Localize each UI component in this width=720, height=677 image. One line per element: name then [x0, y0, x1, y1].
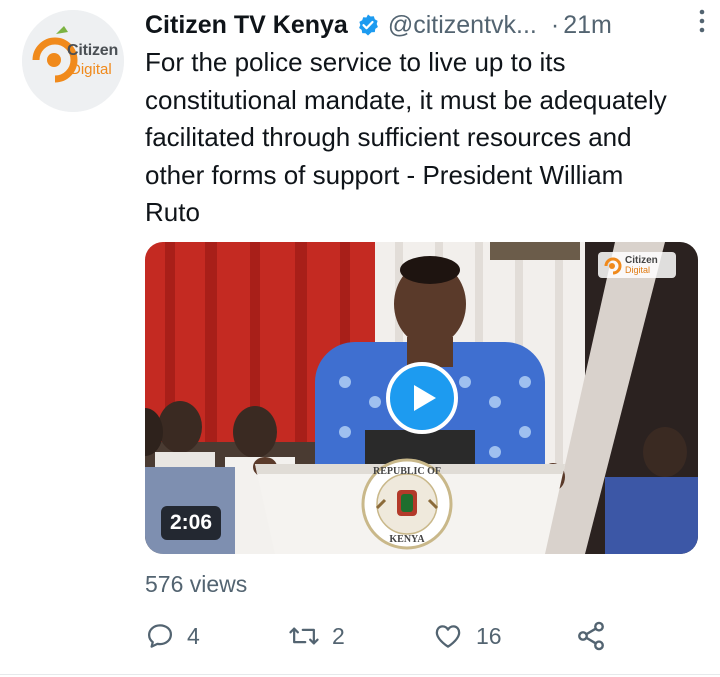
user-handle[interactable]: @citizentvk...: [388, 11, 537, 40]
tweet-text: For the police service to live up to its…: [145, 47, 667, 227]
retweet-button[interactable]: 2: [288, 618, 345, 654]
reply-icon: [148, 624, 172, 648]
play-icon: [413, 385, 436, 411]
avatar-logo-text: Citizen: [67, 42, 119, 59]
like-button[interactable]: 16: [432, 618, 502, 654]
display-name[interactable]: Citizen TV Kenya: [145, 11, 348, 40]
video-player[interactable]: REPUBLIC OF KENYA Citizen Digital 2:06: [145, 242, 698, 554]
avatar[interactable]: Citizen Digital: [22, 10, 124, 112]
more-vertical-icon[interactable]: [696, 8, 708, 34]
view-count[interactable]: 576 views: [145, 571, 247, 598]
share-button[interactable]: [575, 618, 607, 654]
citizen-watermark-logo-icon: [604, 257, 622, 275]
reply-button[interactable]: 4: [145, 618, 200, 654]
video-watermark: Citizen Digital: [598, 252, 676, 278]
like-count: 16: [476, 622, 502, 649]
retweet-icon: [289, 627, 319, 645]
play-button[interactable]: [386, 362, 458, 434]
header-separator: ·: [550, 10, 560, 39]
video-duration-badge: 2:06: [161, 506, 222, 540]
share-icon: [578, 621, 604, 651]
reply-count: 4: [187, 622, 200, 649]
seal-text-top: REPUBLIC OF: [373, 466, 441, 477]
tweet-divider: [0, 674, 720, 675]
heart-icon: [435, 625, 461, 648]
watermark-line2: Digital: [625, 265, 651, 275]
tweet-timestamp[interactable]: 21m: [563, 11, 612, 40]
seal-text-bottom: KENYA: [389, 534, 425, 545]
tweet-header: Citizen TV Kenya @citizentvk... · 21m: [145, 8, 700, 42]
avatar-logo-subtext: Digital: [70, 61, 112, 78]
retweet-count: 2: [332, 622, 345, 649]
tweet-actions: 4 2 16: [145, 618, 615, 654]
verified-badge-icon: [358, 14, 378, 36]
